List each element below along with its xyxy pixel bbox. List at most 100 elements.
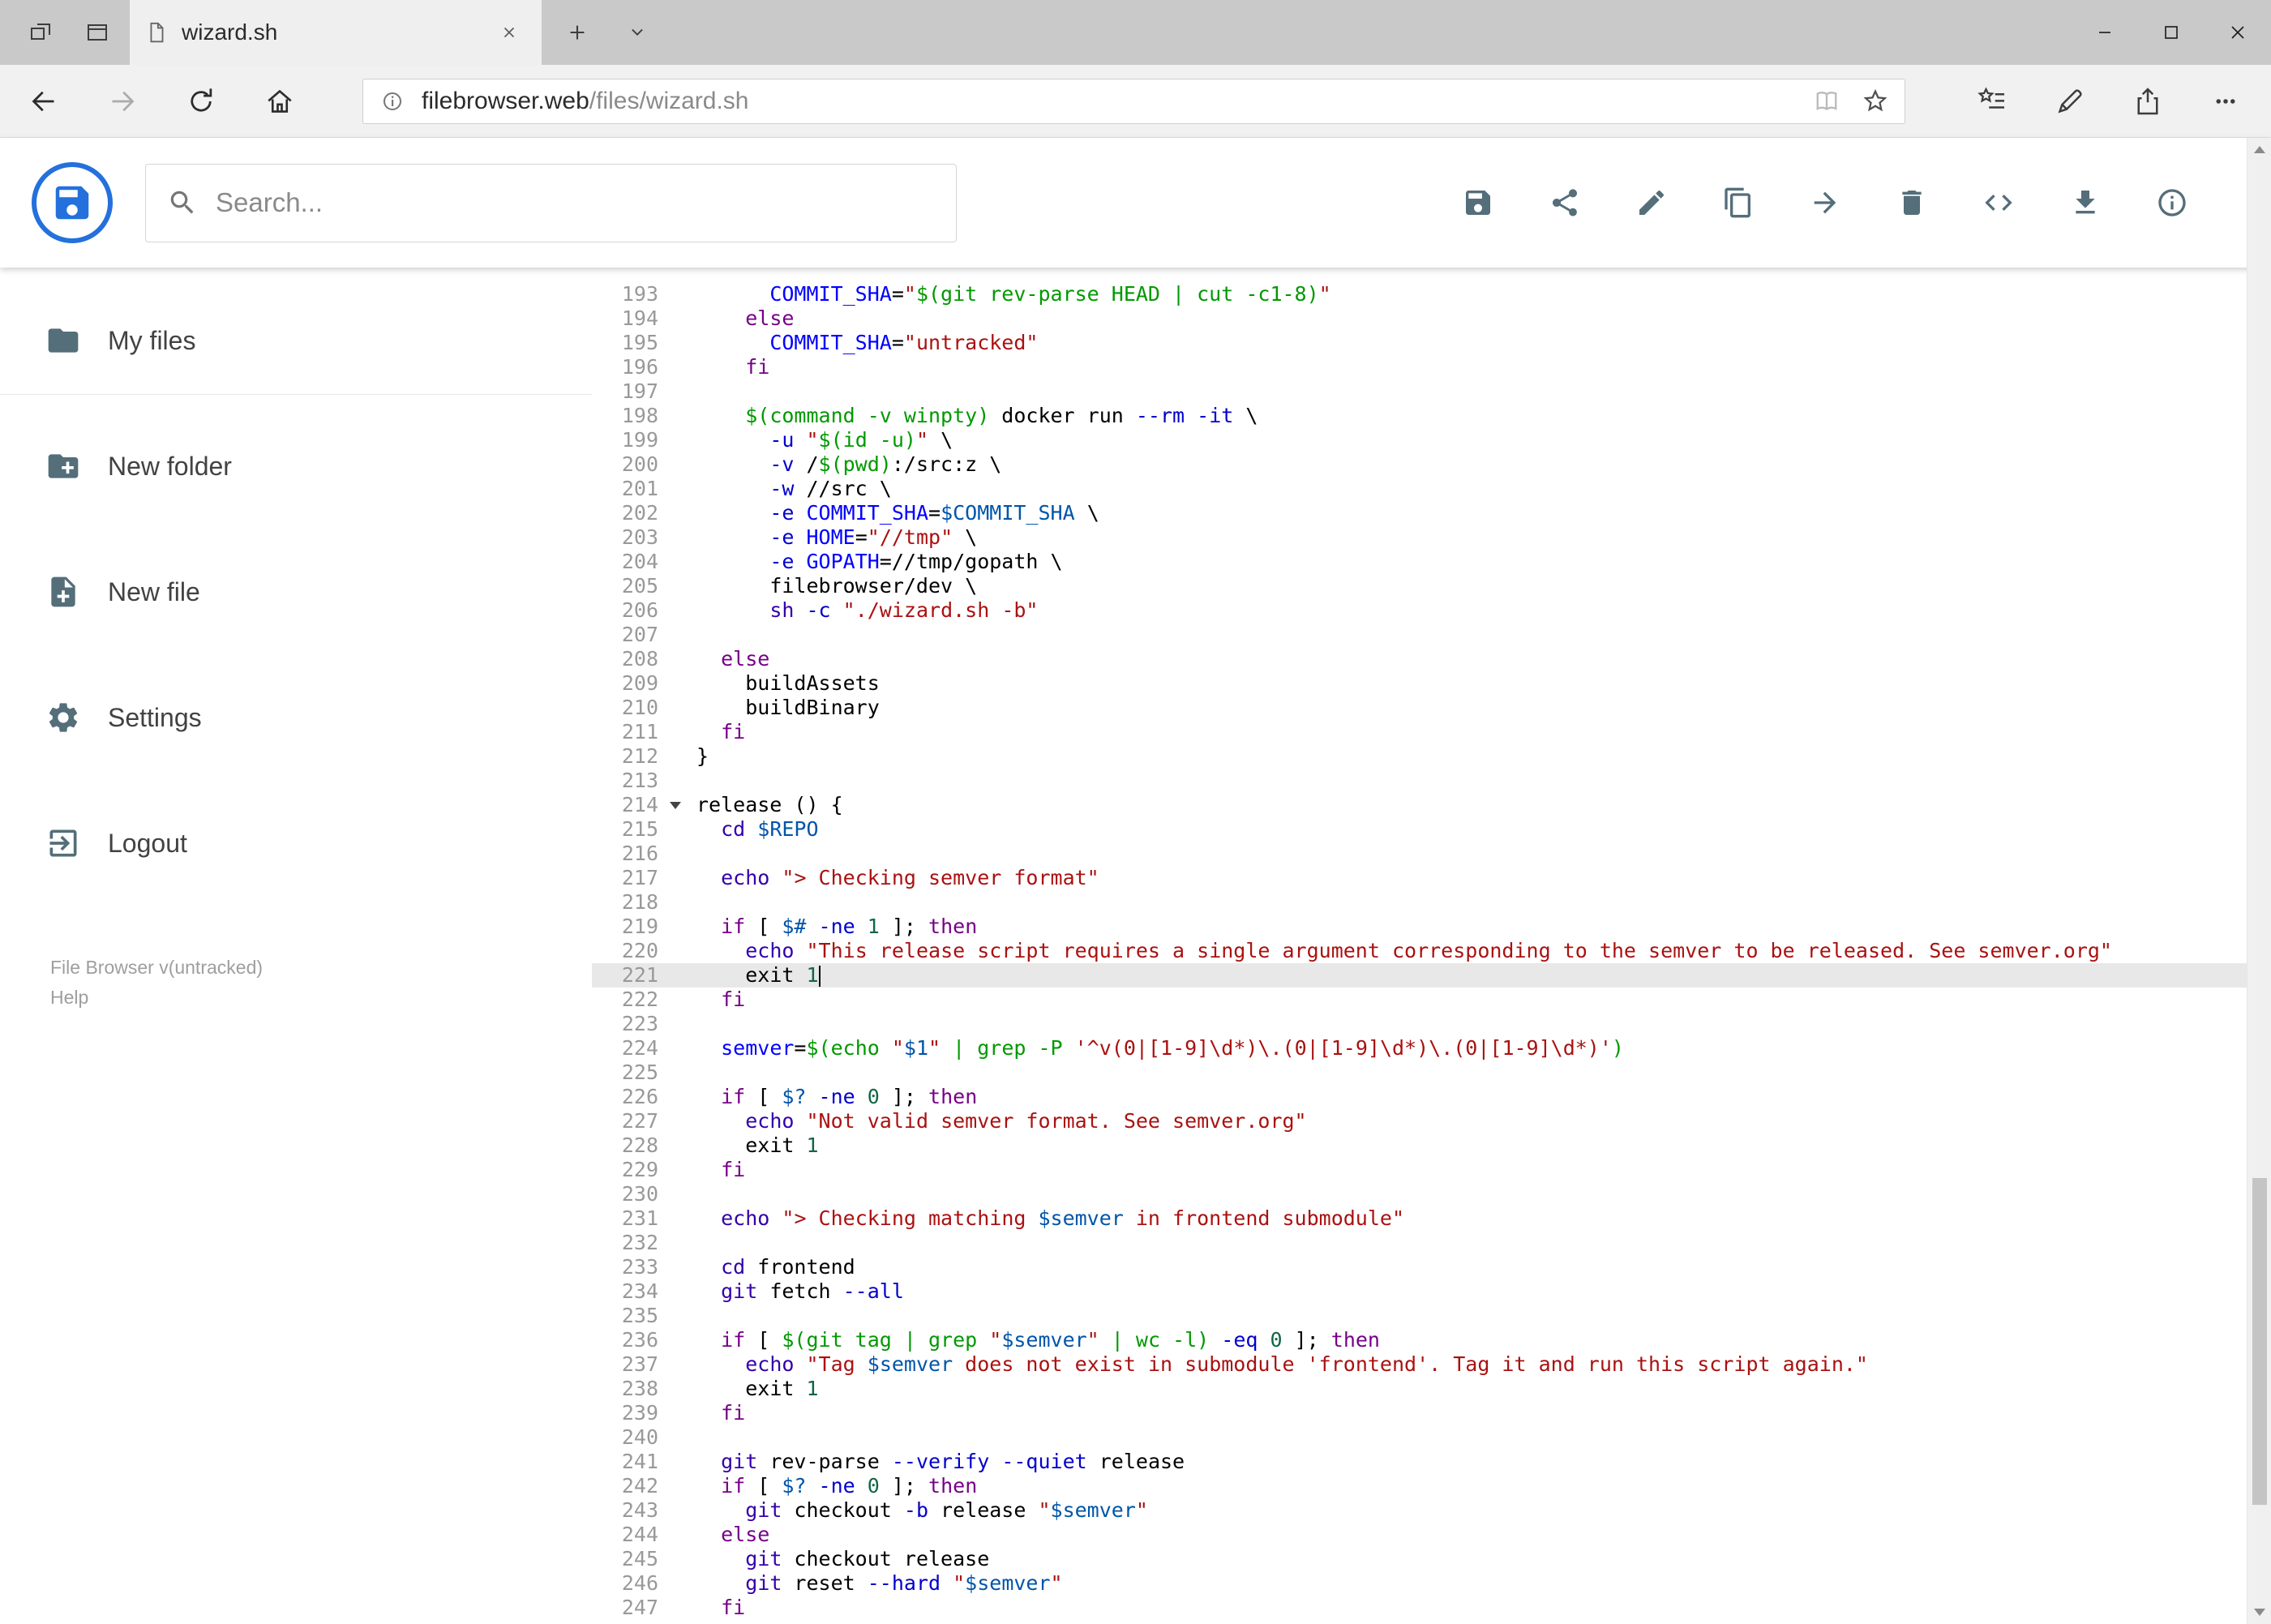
code-line[interactable]: 199 -u "$(id -u)" \	[592, 428, 2271, 452]
code-line[interactable]: 220 echo "This release script requires a…	[592, 939, 2271, 963]
code-line[interactable]: 198 $(command -v winpty) docker run --rm…	[592, 404, 2271, 428]
search-input[interactable]	[216, 187, 935, 218]
code-line[interactable]: 233 cd frontend	[592, 1255, 2271, 1279]
code-line[interactable]: 237 echo "Tag $semver does not exist in …	[592, 1352, 2271, 1377]
code-line[interactable]: 243 git checkout -b release "$semver"	[592, 1498, 2271, 1523]
code-line[interactable]: 213	[592, 769, 2271, 793]
reading-view-button[interactable]	[1810, 85, 1843, 118]
code-line[interactable]: 229 fi	[592, 1158, 2271, 1182]
code-line[interactable]: 215 cd $REPO	[592, 817, 2271, 842]
code-line[interactable]: 235	[592, 1304, 2271, 1328]
code-line[interactable]: 230	[592, 1182, 2271, 1206]
code-line[interactable]: 216	[592, 842, 2271, 866]
delete-button[interactable]	[1894, 185, 1930, 221]
site-info-icon[interactable]	[376, 85, 409, 118]
code-line[interactable]: 228 exit 1	[592, 1133, 2271, 1158]
help-link[interactable]: Help	[50, 983, 263, 1013]
scroll-up-arrow-icon[interactable]	[2254, 146, 2265, 153]
code-line[interactable]: 234 git fetch --all	[592, 1279, 2271, 1304]
code-line[interactable]: 205 filebrowser/dev \	[592, 574, 2271, 598]
code-line[interactable]: 196 fi	[592, 355, 2271, 379]
tab-list-button[interactable]	[615, 0, 660, 65]
code-line[interactable]: 219 if [ $# -ne 1 ]; then	[592, 915, 2271, 939]
sidebar-item-new-file[interactable]: New file	[0, 566, 592, 618]
fold-arrow-icon[interactable]	[670, 802, 681, 809]
info-button[interactable]	[2154, 185, 2190, 221]
code-line[interactable]: 197	[592, 379, 2271, 404]
code-line[interactable]: 226 if [ $? -ne 0 ]; then	[592, 1085, 2271, 1109]
tab-close-button[interactable]	[491, 15, 527, 50]
code-line[interactable]: 212}	[592, 744, 2271, 769]
code-line[interactable]: 245 git checkout release	[592, 1547, 2271, 1571]
refresh-button[interactable]	[180, 80, 222, 122]
search-box[interactable]	[145, 163, 957, 242]
code-line[interactable]: 195 COMMIT_SHA="untracked"	[592, 331, 2271, 355]
code-line[interactable]: 208 else	[592, 647, 2271, 671]
code-line[interactable]: 204 -e GOPATH=//tmp/gopath \	[592, 550, 2271, 574]
code-line[interactable]: 240	[592, 1425, 2271, 1450]
code-line[interactable]: 207	[592, 623, 2271, 647]
code-line[interactable]: 232	[592, 1231, 2271, 1255]
code-line[interactable]: 222 fi	[592, 988, 2271, 1012]
share-button[interactable]	[1547, 185, 1583, 221]
code-line[interactable]: 201 -w //src \	[592, 477, 2271, 501]
home-button[interactable]	[259, 80, 301, 122]
code-view-button[interactable]	[1981, 185, 2016, 221]
code-line[interactable]: 247 fi	[592, 1596, 2271, 1620]
sidebar-item-my-files[interactable]: My files	[0, 315, 592, 366]
tab-wizard-sh[interactable]: wizard.sh	[130, 0, 542, 65]
web-note-button[interactable]	[2049, 80, 2091, 122]
scroll-down-arrow-icon[interactable]	[2254, 1609, 2265, 1616]
download-button[interactable]	[2067, 185, 2103, 221]
tab-preview-button[interactable]	[73, 0, 122, 65]
sidebar-item-logout[interactable]: Logout	[0, 817, 592, 869]
save-button[interactable]	[1460, 185, 1496, 221]
code-area[interactable]: 193 COMMIT_SHA="$(git rev-parse HEAD | c…	[592, 268, 2271, 1624]
code-line[interactable]: 217 echo "> Checking semver format"	[592, 866, 2271, 890]
code-line[interactable]: 227 echo "Not valid semver format. See s…	[592, 1109, 2271, 1133]
code-line[interactable]: 224 semver=$(echo "$1" | grep -P '^v(0|[…	[592, 1036, 2271, 1061]
forward-button[interactable]	[101, 80, 144, 122]
add-favorite-button[interactable]	[1859, 85, 1892, 118]
code-line[interactable]: 236 if [ $(git tag | grep "$semver" | wc…	[592, 1328, 2271, 1352]
sidebar-item-new-folder[interactable]: New folder	[0, 440, 592, 492]
code-line[interactable]: 225	[592, 1061, 2271, 1085]
code-line[interactable]: 214 release () {	[592, 793, 2271, 817]
new-tab-button[interactable]	[553, 0, 602, 65]
minimize-button[interactable]	[2072, 0, 2138, 65]
code-line[interactable]: 244 else	[592, 1523, 2271, 1547]
filebrowser-logo[interactable]	[32, 162, 113, 243]
code-line[interactable]: 223	[592, 1012, 2271, 1036]
code-line[interactable]: 194 else	[592, 306, 2271, 331]
code-line[interactable]: 218	[592, 890, 2271, 915]
more-button[interactable]	[2205, 80, 2247, 122]
page-scrollbar[interactable]	[2247, 138, 2271, 1624]
back-button[interactable]	[23, 80, 65, 122]
sidebar-item-settings[interactable]: Settings	[0, 692, 592, 743]
move-button[interactable]	[1807, 185, 1843, 221]
code-line[interactable]: 211 fi	[592, 720, 2271, 744]
code-line[interactable]: 202 -e COMMIT_SHA=$COMMIT_SHA \	[592, 501, 2271, 525]
code-line[interactable]: 200 -v /$(pwd):/src:z \	[592, 452, 2271, 477]
code-line[interactable]: 210 buildBinary	[592, 696, 2271, 720]
code-line[interactable]: 209 buildAssets	[592, 671, 2271, 696]
code-line[interactable]: 239 fi	[592, 1401, 2271, 1425]
scrollbar-thumb[interactable]	[2252, 1178, 2267, 1506]
code-line[interactable]: 203 -e HOME="//tmp" \	[592, 525, 2271, 550]
code-line[interactable]: 193 COMMIT_SHA="$(git rev-parse HEAD | c…	[592, 282, 2271, 306]
address-bar[interactable]: filebrowser.web/files/wizard.sh	[362, 78, 1905, 124]
code-line[interactable]: 246 git reset --hard "$semver"	[592, 1571, 2271, 1596]
copy-button[interactable]	[1720, 185, 1756, 221]
code-line[interactable]: 241 git rev-parse --verify --quiet relea…	[592, 1450, 2271, 1474]
share-page-button[interactable]	[2127, 80, 2169, 122]
maximize-button[interactable]	[2138, 0, 2205, 65]
code-line[interactable]: 231 echo "> Checking matching $semver in…	[592, 1206, 2271, 1231]
code-line[interactable]: 221 exit 1	[592, 963, 2271, 988]
close-window-button[interactable]	[2205, 0, 2271, 65]
code-line[interactable]: 206 sh -c "./wizard.sh -b"	[592, 598, 2271, 623]
edit-button[interactable]	[1634, 185, 1669, 221]
favorites-hub-button[interactable]	[1971, 80, 2013, 122]
code-line[interactable]: 242 if [ $? -ne 0 ]; then	[592, 1474, 2271, 1498]
set-tabs-aside-button[interactable]	[16, 0, 65, 65]
code-line[interactable]: 238 exit 1	[592, 1377, 2271, 1401]
